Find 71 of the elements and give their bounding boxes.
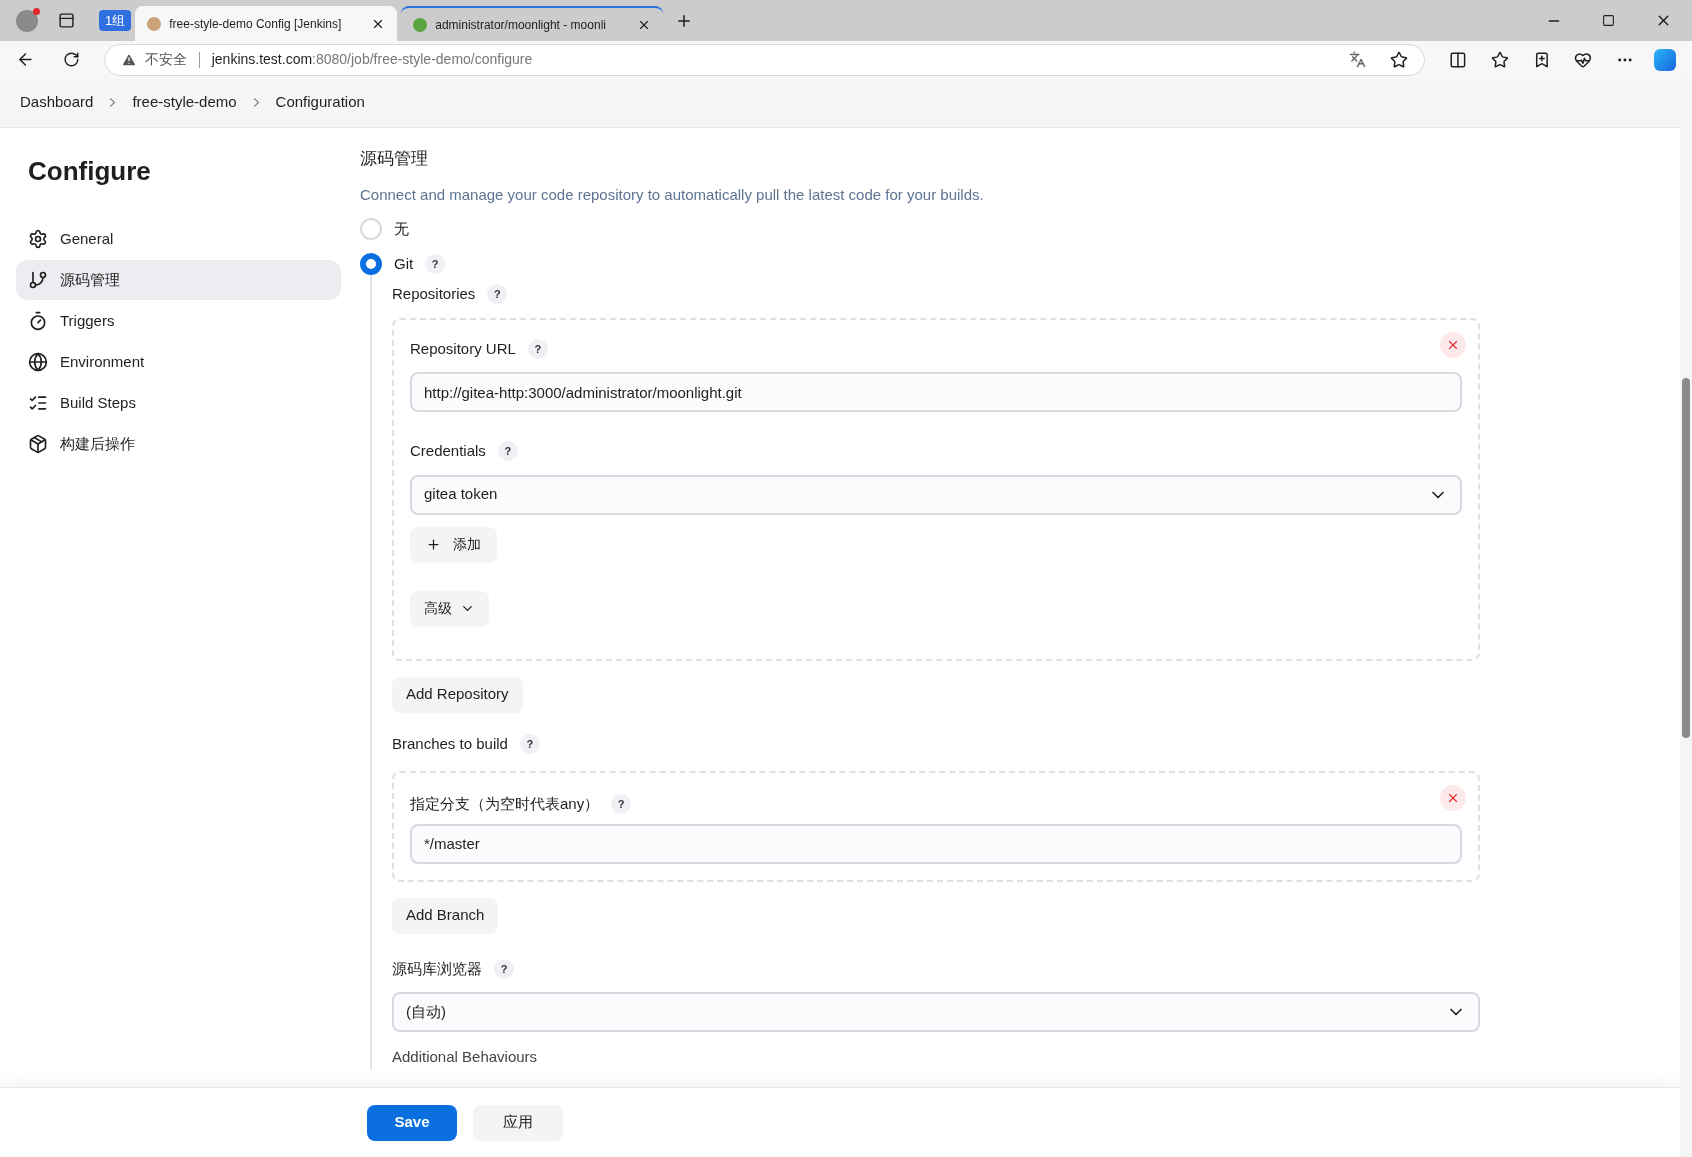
repository-browser-dropdown[interactable]: (自动) xyxy=(392,992,1480,1032)
sidebar-item[interactable]: 源码管理 xyxy=(16,260,341,300)
sidebar-item[interactable]: Environment xyxy=(16,342,341,382)
back-icon[interactable] xyxy=(16,50,35,69)
close-icon xyxy=(1446,791,1460,805)
field-label: Repository URL xyxy=(410,338,516,359)
help-icon[interactable]: ? xyxy=(487,284,508,305)
sidebar-icon xyxy=(28,393,48,413)
reload-icon[interactable] xyxy=(62,51,80,68)
add-branch-button[interactable]: Add Branch xyxy=(392,897,499,934)
tab-title: free-style-demo Config [Jenkins] xyxy=(169,15,343,33)
sidebar-icon xyxy=(28,434,48,454)
help-icon[interactable]: ? xyxy=(611,794,632,815)
help-icon[interactable]: ? xyxy=(519,733,540,754)
sidebar-icon xyxy=(28,270,48,290)
copilot-icon[interactable] xyxy=(1654,48,1676,71)
performance-icon[interactable] xyxy=(1574,50,1593,69)
field-label: 指定分支（为空时代表any） xyxy=(410,794,600,814)
translate-icon[interactable] xyxy=(1348,51,1366,68)
remove-button[interactable] xyxy=(1440,785,1466,811)
radio-label: 无 xyxy=(394,219,409,239)
section-description: Connect and manage your code repository to automatically pull the latest code for your builds. xyxy=(360,184,985,205)
radio-button[interactable] xyxy=(360,252,382,275)
breadcrumb-link[interactable]: free-style-demo xyxy=(132,91,237,114)
field-label: 源码库浏览器 xyxy=(392,958,482,979)
split-screen-icon[interactable] xyxy=(1448,50,1467,69)
favicon-icon xyxy=(147,16,162,31)
credentials-dropdown[interactable]: gitea token xyxy=(410,474,1462,515)
favorites-icon[interactable] xyxy=(1490,50,1509,69)
breadcrumb-link[interactable]: Dashboard xyxy=(20,91,94,114)
browser-tab[interactable]: free-style-demo Config [Jenkins] xyxy=(135,6,398,41)
page-title: Configure xyxy=(28,155,152,188)
repository-url-field[interactable]: http://gitea-http:3000/administrator/moonlight.git xyxy=(410,372,1462,412)
favorite-icon[interactable] xyxy=(1389,50,1408,69)
save-button[interactable]: Save xyxy=(367,1104,457,1141)
field-label: Branches to build xyxy=(392,733,508,754)
scrollbar[interactable] xyxy=(1680,78,1692,1157)
apply-button[interactable]: 应用 xyxy=(473,1104,563,1141)
advanced-button[interactable]: 高级 xyxy=(410,590,489,627)
tab-actions-icon[interactable] xyxy=(58,12,75,29)
sidebar-item[interactable]: Triggers xyxy=(16,301,341,341)
field-label: Repositories xyxy=(392,284,476,304)
warning-icon xyxy=(120,51,137,68)
add-button[interactable]: 添加 xyxy=(410,526,497,563)
maximize-icon[interactable] xyxy=(1602,14,1615,27)
address-bar[interactable]: 不安全 jenkins.test.com:8080/job/free-style-demo/configure xyxy=(103,43,1425,76)
sidebar-item[interactable]: Build Steps xyxy=(16,383,341,423)
security-label: 不安全 xyxy=(144,50,187,69)
sidebar-icon xyxy=(28,229,48,249)
favicon-icon xyxy=(413,17,428,32)
help-icon[interactable]: ? xyxy=(425,253,446,274)
sidebar-icon xyxy=(28,352,48,372)
field-label: Credentials xyxy=(410,441,486,461)
profile-icon[interactable] xyxy=(16,9,38,32)
sidebar-icon xyxy=(28,311,48,331)
section-title: 源码管理 xyxy=(360,148,429,170)
sidebar-item[interactable]: 构建后操作 xyxy=(16,424,341,464)
remove-button[interactable] xyxy=(1440,331,1466,358)
section-label: Additional Behaviours xyxy=(392,1047,539,1067)
plus-icon xyxy=(426,537,441,552)
radio-label: Git xyxy=(394,253,414,274)
tab-title: administrator/moonlight - moonli xyxy=(435,16,607,34)
add-repository-button[interactable]: Add Repository xyxy=(392,676,523,713)
sidebar-item[interactable]: General xyxy=(16,219,341,259)
url-text: jenkins.test.com:8080/job/free-style-demo/configure xyxy=(211,50,533,69)
help-icon[interactable]: ? xyxy=(497,441,518,462)
branch-field[interactable]: */master xyxy=(410,823,1462,864)
help-icon[interactable]: ? xyxy=(527,338,548,359)
tab-group-label[interactable]: 1组 xyxy=(99,9,132,32)
help-icon[interactable]: ? xyxy=(494,958,514,979)
breadcrumb-link[interactable]: Configuration xyxy=(275,91,365,114)
